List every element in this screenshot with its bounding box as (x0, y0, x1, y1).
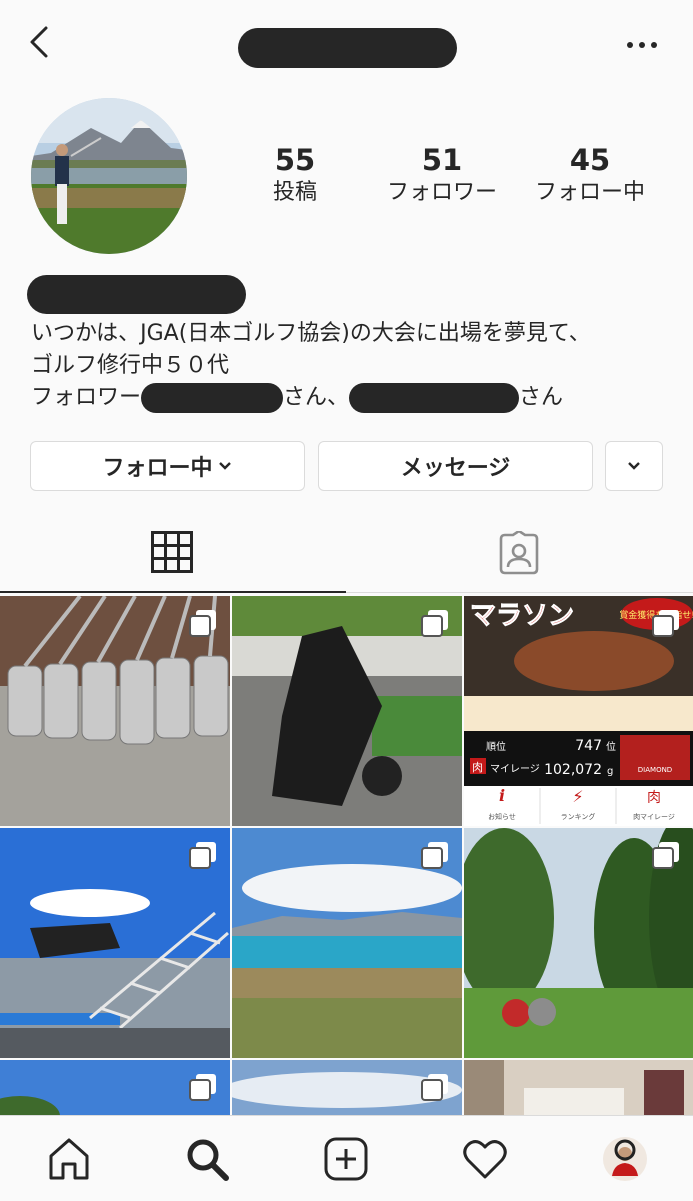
diamond-text: DIAMOND (638, 766, 672, 774)
grid-icon[interactable] (151, 531, 193, 573)
following-button-label: フォロー中 (102, 456, 213, 481)
bio-line-1: いつかは、JGA(日本ゴルフ協会)の大会に出場を夢見て、 (31, 321, 591, 346)
following-count-label: フォロー中 (534, 180, 645, 205)
app-banner-text: マラソン (470, 601, 574, 631)
activity-heart-icon[interactable] (462, 1136, 508, 1182)
username-redacted (238, 28, 457, 68)
nav-label-ranking: ランキング (561, 812, 596, 821)
active-tab-indicator (0, 591, 346, 593)
rank-unit: 位 (606, 740, 616, 753)
suggested-accounts-button[interactable] (605, 441, 663, 491)
display-name-redacted (27, 275, 246, 314)
profile-avatar[interactable] (31, 98, 187, 254)
message-button-label: メッセージ (400, 456, 511, 481)
followed-by-suffix: さん (519, 385, 564, 410)
followed-by-mid: さん、 (283, 385, 350, 410)
search-icon[interactable] (184, 1136, 230, 1182)
followers-count-value: 51 (421, 143, 463, 177)
followed-by[interactable]: フォロワー さん、 さん (31, 382, 563, 414)
post-tile-park[interactable] (464, 828, 693, 1058)
post-tile-airport[interactable] (0, 828, 230, 1058)
rank-value: 747 (575, 738, 602, 754)
multiple-photos-icon (189, 1074, 216, 1101)
post-image-room (464, 1060, 693, 1116)
post-tile-golf-bag[interactable] (232, 596, 462, 826)
multiple-photos-icon (189, 842, 216, 869)
following-button[interactable]: フォロー中 (30, 441, 305, 491)
posts-count-label: 投稿 (272, 180, 317, 205)
followers-count[interactable]: 51 フォロワー (377, 142, 507, 208)
bio-line-2: ゴルフ修行中５０代 (31, 353, 230, 378)
follower-name-redacted-1 (141, 383, 284, 413)
meat-mileage-icon: 肉 (647, 790, 661, 806)
ranking-icon: ⚡ (572, 787, 583, 806)
post-tile-lake[interactable] (232, 828, 462, 1058)
mileage-label: マイレージ (490, 764, 540, 775)
nav-label-mileage: 肉マイレージ (633, 812, 675, 821)
mileage-value: 102,072 (544, 762, 602, 778)
chevron-down-icon (218, 462, 231, 470)
home-icon[interactable] (46, 1136, 92, 1182)
post-tile-irons[interactable] (0, 596, 230, 826)
posts-count-value: 55 (274, 143, 316, 177)
multiple-photos-icon (189, 610, 216, 637)
back-arrow-icon[interactable] (22, 22, 62, 62)
mileage-icon-text: 肉 (472, 761, 483, 774)
multiple-photos-icon (421, 842, 448, 869)
followers-count-label: フォロワー (386, 180, 497, 205)
post-tile-clouds[interactable] (232, 1060, 462, 1116)
nav-label-news: お知らせ (488, 812, 516, 821)
multiple-photos-icon (652, 842, 679, 869)
message-button[interactable]: メッセージ (318, 441, 593, 491)
following-count-value: 45 (569, 143, 611, 177)
new-post-icon[interactable] (323, 1136, 369, 1182)
multiple-photos-icon (421, 1074, 448, 1101)
chevron-down-icon (628, 462, 640, 470)
mileage-unit: g (607, 766, 613, 777)
info-icon: i (499, 786, 505, 805)
post-tile-room[interactable] (464, 1060, 693, 1116)
post-tile-sky[interactable] (0, 1060, 230, 1116)
posts-count: 55 投稿 (230, 142, 360, 208)
multiple-photos-icon (652, 610, 679, 637)
following-count[interactable]: 45 フォロー中 (525, 142, 655, 208)
followed-by-prefix: フォロワー (31, 385, 142, 410)
post-tile-app-screenshot[interactable]: マラソン 賞金獲得を目指せ! 順位 747 位 肉 マイレージ 102,072 … (464, 596, 693, 826)
profile-avatar-icon[interactable] (602, 1136, 648, 1182)
follower-name-redacted-2 (349, 383, 520, 413)
rank-label: 順位 (486, 740, 506, 753)
more-options-icon[interactable] (622, 28, 662, 58)
tagged-person-icon[interactable] (497, 531, 541, 575)
multiple-photos-icon (421, 610, 448, 637)
